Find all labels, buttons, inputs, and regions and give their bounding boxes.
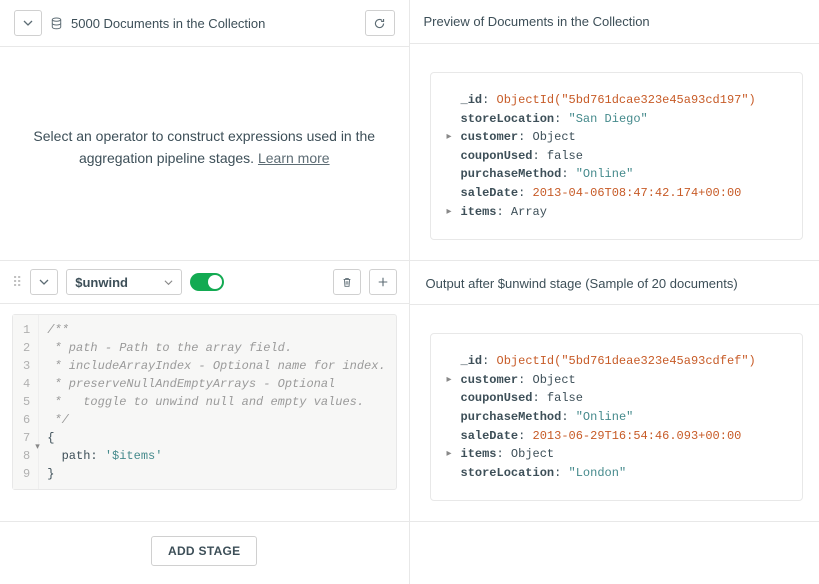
- doc-field-couponUsed: couponUsed: false: [445, 389, 789, 408]
- chevron-down-icon: [23, 18, 33, 28]
- code-line-1: /**: [47, 321, 387, 339]
- document-count-label: 5000 Documents in the Collection: [71, 16, 357, 31]
- learn-more-link[interactable]: Learn more: [258, 150, 330, 166]
- source-right-panel: Preview of Documents in the Collection _…: [410, 0, 819, 260]
- database-icon: [50, 17, 63, 30]
- stage-header: ⠿ $unwind: [0, 261, 409, 304]
- output-title: Output after $unwind stage (Sample of 20…: [426, 276, 738, 291]
- code-line-5: * toggle to unwind null and empty values…: [47, 393, 387, 411]
- output-header: Output after $unwind stage (Sample of 20…: [410, 261, 819, 305]
- add-stage-right-empty: [410, 522, 819, 584]
- code-line-8: path: '$items': [47, 447, 387, 465]
- doc-field-couponUsed: couponUsed: false: [445, 147, 789, 166]
- preview-title: Preview of Documents in the Collection: [424, 14, 650, 29]
- operator-placeholder: Select an operator to construct expressi…: [0, 47, 409, 247]
- plus-icon: [377, 276, 389, 288]
- code-line-6: */: [47, 411, 387, 429]
- add-stage-panel: ADD STAGE: [0, 522, 410, 584]
- code-line-2: * path - Path to the array field.: [47, 339, 387, 357]
- doc-field-storeLocation: storeLocation: "San Diego": [445, 110, 789, 129]
- doc-field-_id: _id: ObjectId("5bd761deae323e45a93cdfef"…: [445, 352, 789, 371]
- refresh-button[interactable]: [365, 10, 395, 36]
- stage-right-panel: Output after $unwind stage (Sample of 20…: [410, 261, 819, 521]
- code-body[interactable]: /** * path - Path to the array field. * …: [39, 315, 395, 489]
- drag-handle[interactable]: ⠿: [12, 274, 22, 291]
- refresh-icon: [373, 17, 386, 30]
- doc-field-_id: _id: ObjectId("5bd761dcae323e45a93cd197"…: [445, 91, 789, 110]
- source-stage-row: 5000 Documents in the Collection Select …: [0, 0, 819, 261]
- code-line-4: * preserveNullAndEmptyArrays - Optional: [47, 375, 387, 393]
- doc-field-customer[interactable]: customer: Object: [445, 128, 789, 147]
- collapse-stage-button[interactable]: [30, 269, 58, 295]
- doc-field-customer[interactable]: customer: Object: [445, 371, 789, 390]
- add-stage-row: ADD STAGE: [0, 522, 819, 584]
- code-gutter: 123456789: [13, 315, 39, 489]
- source-header: 5000 Documents in the Collection: [0, 0, 409, 47]
- doc-field-saleDate: saleDate: 2013-06-29T16:54:46.093+00:00: [445, 427, 789, 446]
- preview-document-card: _id: ObjectId("5bd761dcae323e45a93cd197"…: [430, 72, 804, 240]
- code-line-3: * includeArrayIndex - Optional name for …: [47, 357, 387, 375]
- preview-header: Preview of Documents in the Collection: [410, 0, 819, 44]
- stage-enable-toggle[interactable]: [190, 273, 224, 291]
- doc-field-storeLocation: storeLocation: "London": [445, 464, 789, 483]
- stage-operator-select[interactable]: $unwind: [66, 269, 182, 295]
- add-stage-button[interactable]: ADD STAGE: [151, 536, 257, 566]
- trash-icon: [341, 276, 353, 288]
- doc-field-saleDate: saleDate: 2013-04-06T08:47:42.174+00:00: [445, 184, 789, 203]
- code-line-9: }: [47, 465, 387, 483]
- add-stage-after-button[interactable]: [369, 269, 397, 295]
- stage-operator-value: $unwind: [75, 275, 128, 290]
- doc-field-items[interactable]: items: Array: [445, 203, 789, 222]
- delete-stage-button[interactable]: [333, 269, 361, 295]
- chevron-down-icon: [39, 277, 49, 287]
- doc-field-purchaseMethod: purchaseMethod: "Online": [445, 408, 789, 427]
- doc-field-items[interactable]: items: Object: [445, 445, 789, 464]
- code-line-7: {: [47, 429, 387, 447]
- select-caret-icon: [164, 278, 173, 287]
- collapse-source-button[interactable]: [14, 10, 42, 36]
- source-left-panel: 5000 Documents in the Collection Select …: [0, 0, 410, 260]
- unwind-stage-row: ⠿ $unwind 123456789 /** *: [0, 261, 819, 522]
- stage-left-panel: ⠿ $unwind 123456789 /** *: [0, 261, 410, 521]
- output-document-card: _id: ObjectId("5bd761deae323e45a93cdfef"…: [430, 333, 804, 501]
- doc-field-purchaseMethod: purchaseMethod: "Online": [445, 165, 789, 184]
- stage-code-editor[interactable]: 123456789 /** * path - Path to the array…: [12, 314, 397, 490]
